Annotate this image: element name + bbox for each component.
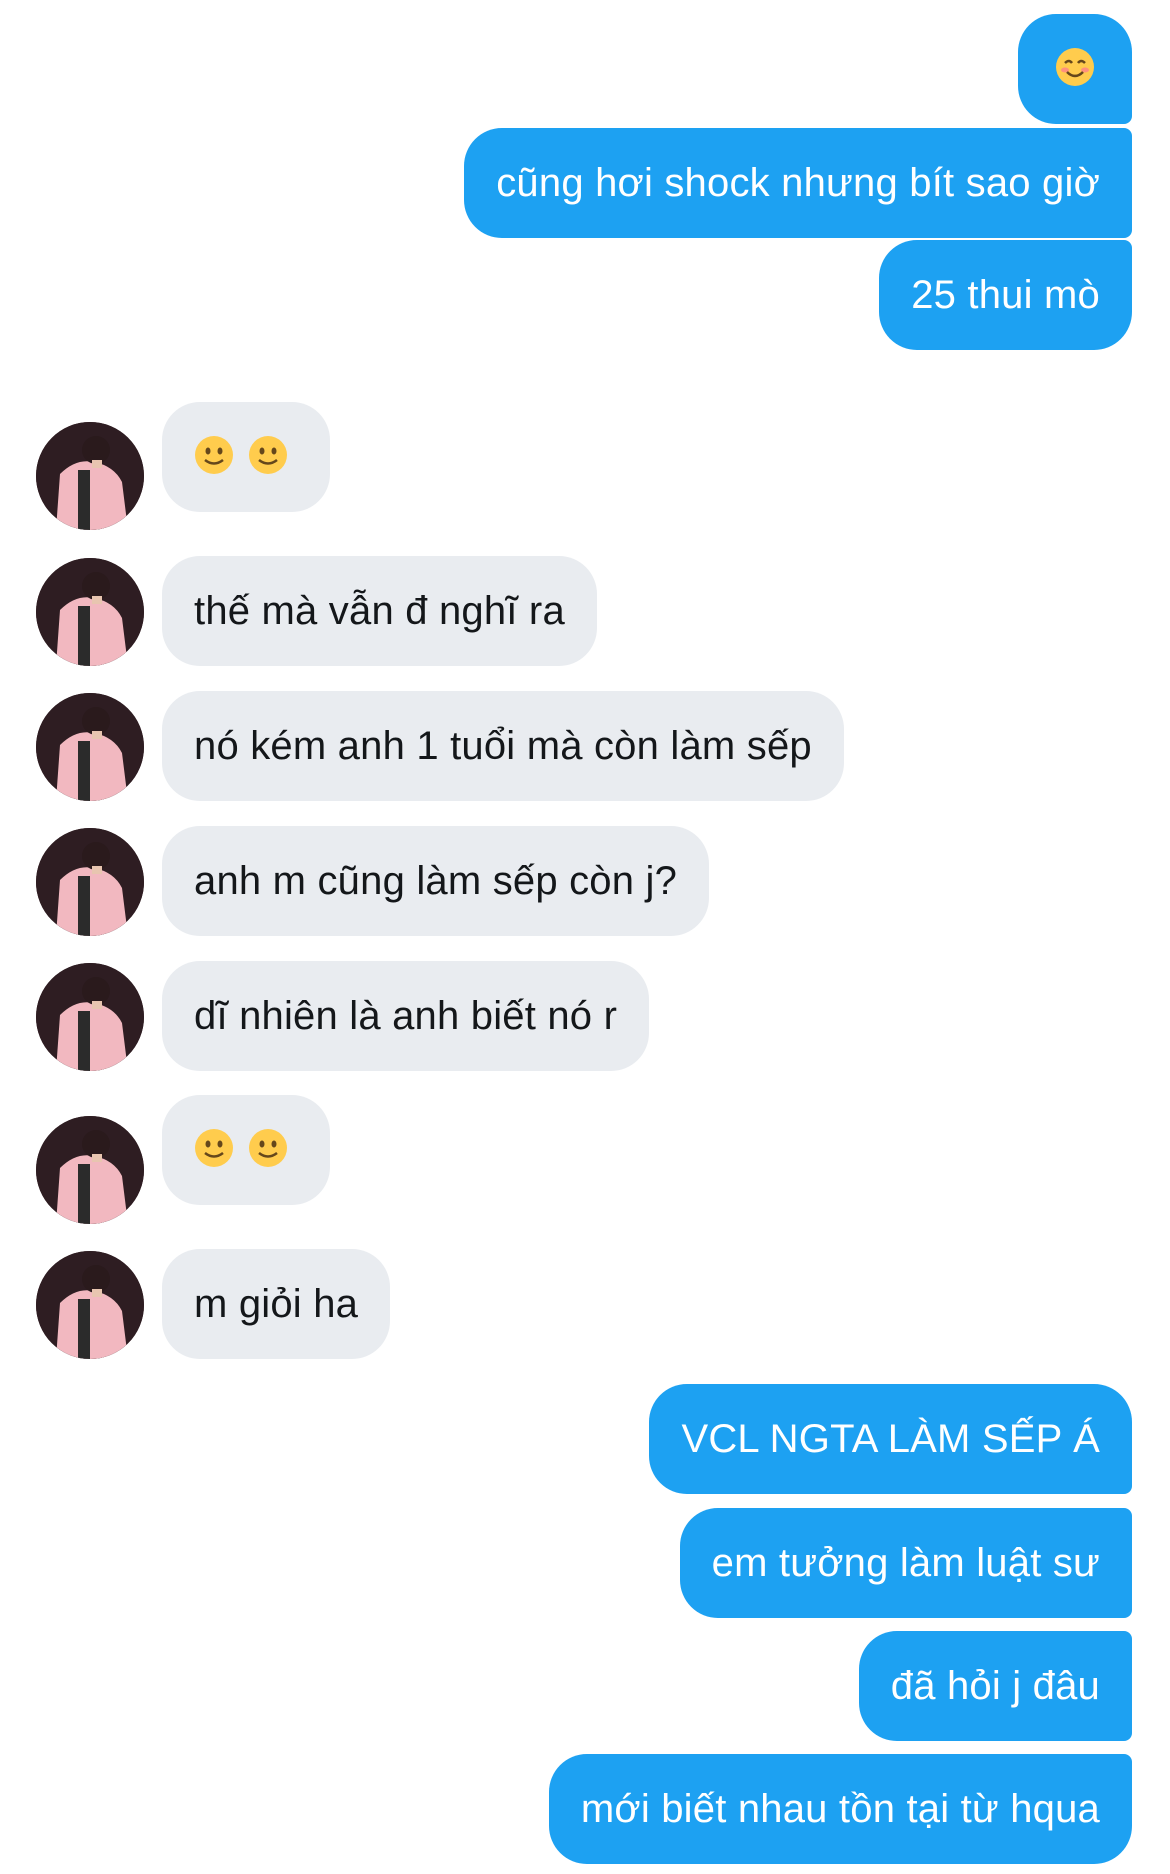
incoming-message[interactable]: 🙂🙂: [162, 402, 330, 512]
message-text: 25 thui mò: [911, 273, 1100, 317]
contact-avatar[interactable]: [36, 828, 144, 936]
outgoing-message-emoji-blush[interactable]: ☺️: [1018, 14, 1132, 124]
incoming-message[interactable]: nó kém anh 1 tuổi mà còn làm sếp: [162, 691, 844, 801]
message-text: thế mà vẫn đ nghĩ ra: [194, 589, 565, 633]
incoming-message[interactable]: anh m cũng làm sếp còn j?: [162, 826, 710, 936]
contact-avatar-photo-icon: [36, 422, 144, 530]
incoming-message[interactable]: m giỏi ha: [162, 1249, 391, 1359]
contact-avatar[interactable]: [36, 963, 144, 1071]
message-text: cũng hơi shock nhưng bít sao giờ: [496, 161, 1100, 205]
outgoing-message[interactable]: 25 thui mò: [879, 240, 1132, 350]
contact-avatar[interactable]: [36, 422, 144, 530]
message-text: dĩ nhiên là anh biết nó r: [194, 994, 618, 1038]
contact-avatar[interactable]: [36, 1251, 144, 1359]
outgoing-message[interactable]: mới biết nhau tồn tại từ hqua: [548, 1754, 1132, 1864]
contact-avatar[interactable]: [36, 693, 144, 801]
message-text: anh m cũng làm sếp còn j?: [194, 859, 678, 903]
message-text: đã hỏi j đâu: [890, 1664, 1100, 1708]
slightly-smiling-face-icon: [195, 1129, 233, 1168]
outgoing-message[interactable]: em tưởng làm luật sư: [679, 1508, 1132, 1618]
incoming-message[interactable]: 🙂🙂: [162, 1095, 330, 1205]
contact-avatar-photo-icon: [36, 828, 144, 936]
message-text: nó kém anh 1 tuổi mà còn làm sếp: [194, 724, 812, 768]
outgoing-message[interactable]: VCL NGTA LÀM SẾP Á: [649, 1384, 1132, 1494]
contact-avatar[interactable]: [36, 1116, 144, 1224]
contact-avatar-photo-icon: [36, 1251, 144, 1359]
incoming-message[interactable]: thế mà vẫn đ nghĩ ra: [162, 556, 597, 666]
smiling-face-icon: [1056, 48, 1094, 87]
contact-avatar-photo-icon: [36, 693, 144, 801]
slightly-smiling-face-icon: [249, 1129, 287, 1168]
outgoing-message[interactable]: đã hỏi j đâu: [858, 1631, 1132, 1741]
contact-avatar-photo-icon: [36, 1116, 144, 1224]
message-text: mới biết nhau tồn tại từ hqua: [580, 1787, 1100, 1831]
contact-avatar-photo-icon: [36, 963, 144, 1071]
message-text: VCL NGTA LÀM SẾP Á: [681, 1417, 1100, 1461]
slightly-smiling-face-icon: [249, 436, 287, 475]
message-text: m giỏi ha: [194, 1282, 359, 1326]
outgoing-message[interactable]: cũng hơi shock nhưng bít sao giờ: [464, 128, 1132, 238]
incoming-message[interactable]: dĩ nhiên là anh biết nó r: [162, 961, 650, 1071]
message-text: em tưởng làm luật sư: [711, 1541, 1100, 1585]
contact-avatar[interactable]: [36, 558, 144, 666]
contact-avatar-photo-icon: [36, 558, 144, 666]
slightly-smiling-face-icon: [195, 436, 233, 475]
